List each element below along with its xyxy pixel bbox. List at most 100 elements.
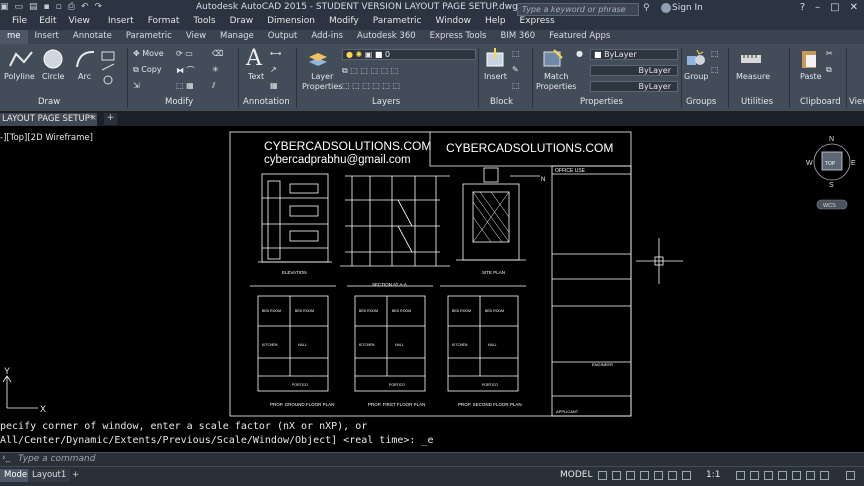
tab-annotate[interactable]: Annotate: [66, 30, 119, 44]
draw-group-label[interactable]: Draw: [38, 97, 60, 107]
new-icon[interactable]: ▭: [15, 2, 24, 12]
menu-insert[interactable]: Insert: [90, 16, 134, 30]
clean-screen-icon[interactable]: [820, 471, 829, 480]
isolate-icon[interactable]: [792, 471, 801, 480]
circle-button[interactable]: Circle: [42, 72, 64, 81]
grid-icon[interactable]: [598, 471, 607, 480]
redo-icon[interactable]: ↷: [95, 2, 103, 12]
close-tab-icon[interactable]: ×: [90, 113, 97, 122]
menu-parametric[interactable]: Parametric: [359, 16, 422, 30]
text-icon[interactable]: A: [246, 46, 262, 71]
polar-icon[interactable]: [640, 471, 649, 480]
linetype-dropdown[interactable]: ByLayer: [590, 65, 678, 76]
measure-button[interactable]: Measure: [736, 72, 770, 81]
menu-format[interactable]: Format: [134, 16, 180, 30]
tab-parametric[interactable]: Parametric: [119, 30, 179, 44]
match-properties-icon[interactable]: [542, 48, 564, 70]
view-group-label[interactable]: View: [849, 97, 864, 107]
help-icon[interactable]: ?: [800, 2, 805, 13]
ortho-icon[interactable]: [626, 471, 635, 480]
groups-group-label[interactable]: Groups: [686, 97, 716, 107]
hardware-icon[interactable]: [806, 471, 815, 480]
annotation-icon[interactable]: [682, 471, 691, 480]
layers-group-label[interactable]: Layers: [372, 97, 400, 107]
move-button[interactable]: ✥ Move: [133, 49, 164, 58]
cut-icon[interactable]: ✂: [826, 49, 833, 58]
erase-icon[interactable]: ⌫: [212, 49, 223, 58]
print-icon[interactable]: ⎙: [68, 2, 75, 12]
insert-button[interactable]: Insert: [484, 72, 507, 81]
menu-edit[interactable]: Edit: [27, 16, 56, 30]
tab-view[interactable]: View: [179, 30, 213, 44]
menu-dimension[interactable]: Dimension: [253, 16, 315, 30]
insert-block-icon[interactable]: [484, 48, 506, 70]
edit-block-icon[interactable]: ✎: [512, 65, 519, 74]
undo-icon[interactable]: ↶: [81, 2, 89, 12]
menu-tools[interactable]: Tools: [179, 16, 215, 30]
clipboard-group-label[interactable]: Clipboard: [800, 97, 841, 107]
tab-add-ins[interactable]: Add-ins: [304, 30, 350, 44]
annotation-group-label[interactable]: Annotation: [243, 97, 290, 107]
lineweight-icon[interactable]: [668, 471, 677, 480]
workspace-icon[interactable]: [764, 471, 773, 480]
add-layout-button[interactable]: +: [68, 469, 83, 482]
menu-file[interactable]: File: [0, 16, 27, 30]
layout1-tab[interactable]: Layout1: [28, 469, 71, 482]
polyline-button[interactable]: Polyline: [4, 72, 35, 81]
drawing-viewport[interactable]: -][Top][2D Wireframe] CYBERCADSOLUTIONS.…: [0, 126, 864, 420]
menu-express[interactable]: Express: [506, 16, 555, 30]
tab-featured-apps[interactable]: Featured Apps: [542, 30, 617, 44]
paste-button[interactable]: Paste: [800, 72, 822, 81]
tab-home[interactable]: me: [0, 30, 28, 44]
customize-icon[interactable]: [846, 471, 855, 480]
offset-icon[interactable]: ⫽: [212, 81, 216, 91]
modify-group-label[interactable]: Modify: [165, 97, 193, 107]
explode-icon[interactable]: ✳: [212, 65, 219, 74]
tab-output[interactable]: Output: [261, 30, 305, 44]
leader-icon[interactable]: ↗: [270, 65, 277, 74]
open-icon[interactable]: ▤: [29, 2, 38, 12]
group-edit-icon[interactable]: ⬚: [711, 65, 719, 74]
rotate-icon[interactable]: ⟳ ▭: [176, 49, 193, 58]
tab-bim-360[interactable]: BIM 360: [494, 30, 543, 44]
command-line[interactable]: ›_ Type a command: [0, 452, 864, 466]
arc-icon[interactable]: [74, 48, 96, 70]
scale-icon[interactable]: ⬚ ▦: [176, 81, 194, 90]
color-wheel-icon[interactable]: ●: [576, 49, 583, 58]
app-menu-icon[interactable]: ▣: [0, 2, 9, 12]
circle-icon[interactable]: [42, 48, 64, 70]
arc-button[interactable]: Arc: [78, 72, 91, 81]
paste-icon[interactable]: [800, 48, 820, 70]
menu-window[interactable]: Window: [422, 16, 472, 30]
menu-draw[interactable]: Draw: [216, 16, 254, 30]
plus-icon[interactable]: [750, 471, 759, 480]
copy-clip-icon[interactable]: ⧉: [826, 65, 832, 75]
tab-autodesk-360[interactable]: Autodesk 360: [350, 30, 423, 44]
command-input[interactable]: Type a command: [18, 454, 95, 464]
draw-tools-icons[interactable]: [100, 50, 122, 90]
match-properties-button[interactable]: Match Properties: [536, 72, 576, 92]
menu-modify[interactable]: Modify: [315, 16, 359, 30]
layer-tools-row2[interactable]: ⬚ ⬚ ⬚ ⬚ ⬚ ⬚: [342, 81, 400, 90]
layer-properties-icon[interactable]: [307, 48, 329, 70]
new-tab-icon[interactable]: +: [104, 113, 117, 125]
utilities-group-label[interactable]: Utilities: [741, 97, 773, 107]
layer-tools-row1[interactable]: ⧉ ⬚ ⬚ ⬚ ⬚ ⬚: [342, 66, 398, 76]
mirror-icon[interactable]: ⧓ ⌒: [176, 65, 195, 76]
saveas-icon[interactable]: ▫: [56, 2, 62, 12]
properties-group-label[interactable]: Properties: [580, 97, 623, 107]
tab-insert[interactable]: Insert: [28, 30, 66, 44]
snap-icon[interactable]: [612, 471, 621, 480]
layer-dropdown[interactable]: ● ✺ ▣ ■ 0: [342, 49, 476, 60]
color-dropdown[interactable]: ■ ByLayer: [590, 49, 678, 60]
text-button[interactable]: Text: [248, 72, 264, 81]
polyline-icon[interactable]: [8, 48, 34, 70]
dimension-icon[interactable]: ⟷: [270, 49, 281, 58]
layer-properties-button[interactable]: Layer Properties: [302, 72, 342, 92]
stretch-icon[interactable]: ⇲: [133, 81, 140, 90]
create-block-icon[interactable]: ⬚: [512, 49, 520, 58]
group-button[interactable]: Group: [684, 72, 708, 81]
close-icon[interactable]: ✕: [850, 2, 858, 13]
group-icon[interactable]: [685, 48, 707, 70]
copy-button[interactable]: ⧉ Copy: [133, 65, 162, 75]
